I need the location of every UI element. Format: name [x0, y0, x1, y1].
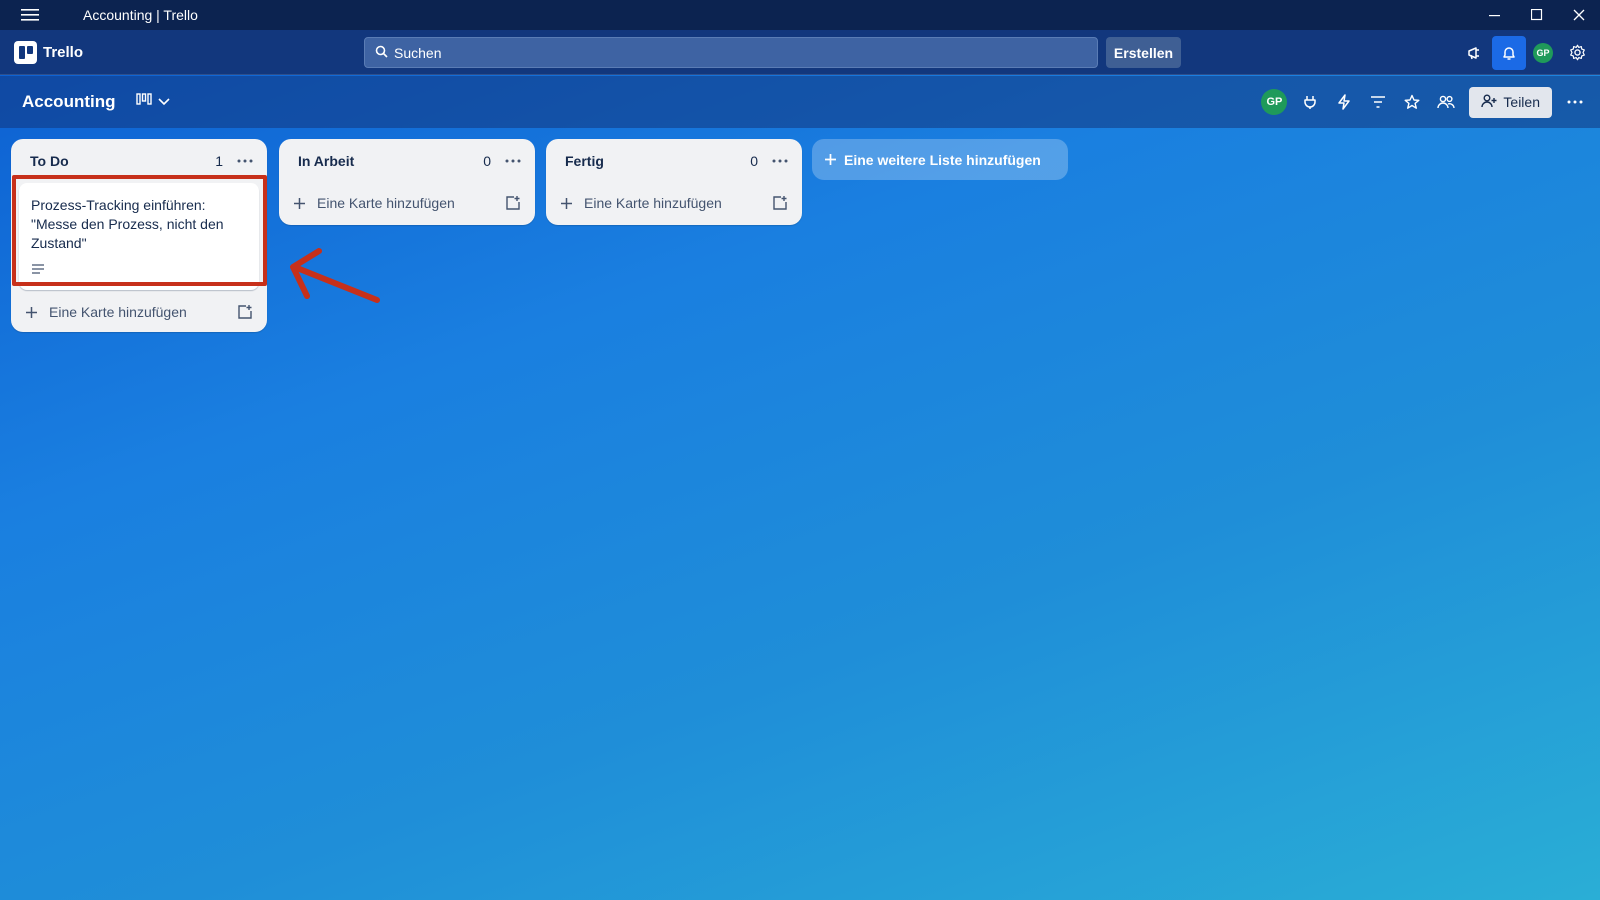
add-card-label: Eine Karte hinzufügen	[49, 304, 187, 320]
logo-text: Trello	[43, 43, 84, 61]
filter-icon[interactable]	[1361, 85, 1395, 119]
card-count: 1	[215, 153, 223, 169]
description-icon	[31, 261, 247, 280]
chevron-down-icon	[157, 93, 170, 111]
account-avatar[interactable]: GP	[1526, 36, 1560, 70]
app-header: Trello Erstellen GP	[0, 30, 1600, 75]
add-person-icon	[1481, 94, 1497, 111]
people-icon[interactable]	[1429, 85, 1463, 119]
list-menu-icon[interactable]	[235, 159, 255, 163]
header-actions: GP	[1458, 30, 1600, 75]
add-card-label: Eine Karte hinzufügen	[584, 195, 722, 211]
search-icon	[375, 45, 388, 61]
card-template-icon[interactable]	[505, 195, 521, 211]
board-header: Accounting GP Teilen	[0, 76, 1600, 128]
card-title: Prozess-Tracking einführen: "Messe den P…	[31, 197, 224, 251]
list-menu-icon[interactable]	[503, 159, 523, 163]
list-menu-icon[interactable]	[770, 159, 790, 163]
search-box[interactable]	[364, 37, 1098, 68]
card-template-icon[interactable]	[772, 195, 788, 211]
trello-logo-icon	[14, 40, 37, 64]
board-actions: GP Teilen	[1261, 76, 1592, 128]
card-template-icon[interactable]	[237, 304, 253, 320]
board-title[interactable]: Accounting	[22, 92, 116, 112]
plus-icon	[293, 197, 309, 210]
list-header[interactable]: In Arbeit 0	[279, 139, 535, 183]
list-title[interactable]: To Do	[30, 153, 69, 169]
window-controls	[1474, 0, 1600, 30]
add-card-button[interactable]: Eine Karte hinzufügen	[279, 183, 535, 223]
plus-icon	[560, 197, 576, 210]
window-title: Accounting | Trello	[83, 7, 198, 23]
share-button[interactable]: Teilen	[1469, 86, 1552, 118]
share-label: Teilen	[1503, 94, 1540, 110]
add-card-button[interactable]: Eine Karte hinzufügen	[11, 292, 267, 332]
list-header[interactable]: To Do 1	[11, 139, 267, 183]
list-title[interactable]: In Arbeit	[298, 153, 354, 169]
board-view-icon	[135, 92, 152, 112]
card-count: 0	[750, 153, 758, 169]
list-title[interactable]: Fertig	[565, 153, 604, 169]
lightning-icon[interactable]	[1327, 85, 1361, 119]
board-member-avatar[interactable]: GP	[1261, 89, 1288, 115]
card[interactable]: Prozess-Tracking einführen: "Messe den P…	[19, 183, 259, 290]
add-list-button[interactable]: Eine weitere Liste hinzufügen	[812, 139, 1068, 180]
list-in-arbeit: In Arbeit 0 Eine Karte hinzufügen	[279, 139, 535, 225]
bell-icon[interactable]	[1492, 35, 1526, 70]
close-icon[interactable]	[1558, 0, 1600, 30]
view-switcher[interactable]	[135, 92, 170, 112]
plus-icon	[824, 153, 837, 166]
hamburger-icon[interactable]	[0, 0, 60, 30]
maximize-icon[interactable]	[1516, 0, 1558, 30]
plus-icon	[25, 306, 41, 319]
add-card-label: Eine Karte hinzufügen	[317, 195, 455, 211]
search-input[interactable]	[394, 44, 1074, 61]
star-icon[interactable]	[1395, 85, 1429, 119]
add-card-button[interactable]: Eine Karte hinzufügen	[546, 183, 802, 223]
create-button[interactable]: Erstellen	[1106, 37, 1181, 68]
list-header[interactable]: Fertig 0	[546, 139, 802, 183]
list-fertig: Fertig 0 Eine Karte hinzufügen	[546, 139, 802, 225]
gear-icon[interactable]	[1560, 36, 1594, 70]
avatar-initials: GP	[1533, 42, 1553, 63]
megaphone-icon[interactable]	[1458, 36, 1492, 70]
minimize-icon[interactable]	[1474, 0, 1516, 30]
card-count: 0	[483, 153, 491, 169]
add-list-label: Eine weitere Liste hinzufügen	[844, 151, 1041, 168]
trello-logo[interactable]: Trello	[14, 40, 84, 64]
annotation-arrow-icon	[290, 248, 380, 303]
more-options-icon[interactable]	[1558, 85, 1592, 119]
window-titlebar: Accounting | Trello	[0, 0, 1600, 30]
rocket-icon[interactable]	[1293, 85, 1327, 119]
list-to-do: To Do 1 Prozess-Tracking einführen: "Mes…	[11, 139, 267, 332]
